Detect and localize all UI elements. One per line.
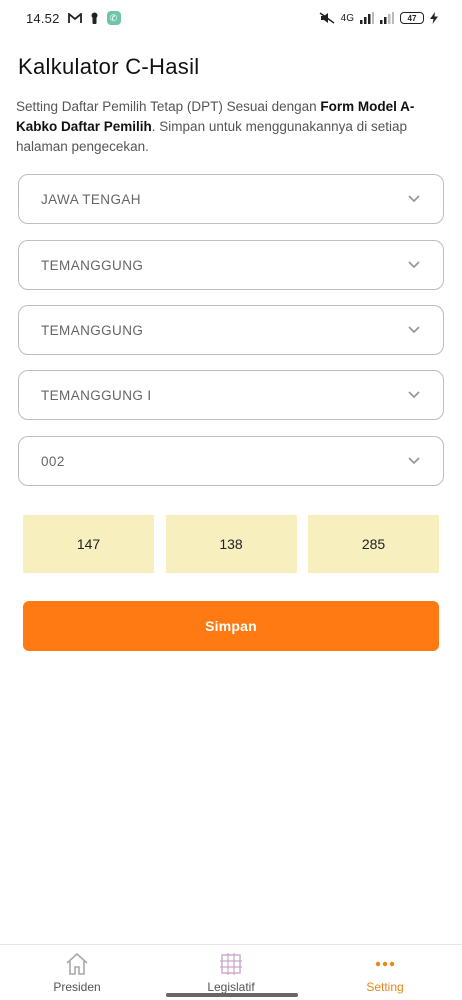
nav-item-setting[interactable]: Setting [308, 945, 462, 1000]
gmail-icon [67, 12, 82, 23]
page-title: Kalkulator C-Hasil [18, 54, 200, 79]
more-dots-icon [375, 961, 395, 967]
signal-icon-2 [380, 12, 394, 24]
page-description: Setting Daftar Pemilih Tetap (DPT) Sesua… [16, 97, 446, 157]
nav-label-setting: Setting [366, 980, 404, 994]
district-select[interactable]: TEMANGGUNG [18, 305, 444, 355]
status-right: 4G 47 [319, 12, 438, 24]
description-prefix: Setting Daftar Pemilih Tetap (DPT) Sesua… [16, 99, 321, 114]
province-select-value: JAWA TENGAH [41, 191, 141, 207]
tps-select-value: 002 [41, 453, 65, 469]
bottom-nav: Presiden Legislatif Setting [0, 944, 462, 1000]
save-button[interactable]: Simpan [23, 601, 439, 651]
home-indicator[interactable] [166, 993, 298, 997]
province-select[interactable]: JAWA TENGAH [18, 174, 444, 224]
chevron-down-icon [408, 326, 420, 334]
charging-icon [430, 12, 438, 24]
village-select[interactable]: TEMANGGUNG I [18, 370, 444, 420]
chevron-down-icon [408, 261, 420, 269]
count-box-2: 138 [165, 515, 297, 573]
district-select-value: TEMANGGUNG [41, 322, 144, 338]
keyhole-icon [91, 12, 98, 24]
network-type: 4G [340, 12, 354, 24]
village-select-value: TEMANGGUNG I [41, 387, 152, 403]
status-left: 14.52 ✆ [26, 11, 121, 26]
home-icon [66, 952, 88, 975]
count-box-total: 285 [308, 515, 439, 573]
count-box-1: 147 [23, 515, 154, 573]
dpt-counts: 147 138 285 [23, 515, 439, 573]
nav-label-presiden: Presiden [53, 980, 101, 994]
phone-icon: ✆ [106, 11, 121, 25]
nav-item-presiden[interactable]: Presiden [0, 945, 154, 1000]
regency-select[interactable]: TEMANGGUNG [18, 240, 444, 290]
status-bar: 14.52 ✆ 4G 47 [0, 0, 462, 36]
signal-icon [360, 12, 374, 24]
regency-select-value: TEMANGGUNG [41, 257, 144, 273]
battery-icon: 47 [400, 12, 424, 24]
nav-label-legislatif: Legislatif [207, 980, 255, 994]
chevron-down-icon [408, 195, 420, 203]
tps-select[interactable]: 002 [18, 436, 444, 486]
mute-icon [319, 12, 335, 24]
status-time: 14.52 [26, 10, 60, 26]
grid-icon [220, 953, 242, 975]
chevron-down-icon [408, 457, 420, 465]
chevron-down-icon [408, 391, 420, 399]
nav-item-legislatif[interactable]: Legislatif [154, 945, 308, 1000]
